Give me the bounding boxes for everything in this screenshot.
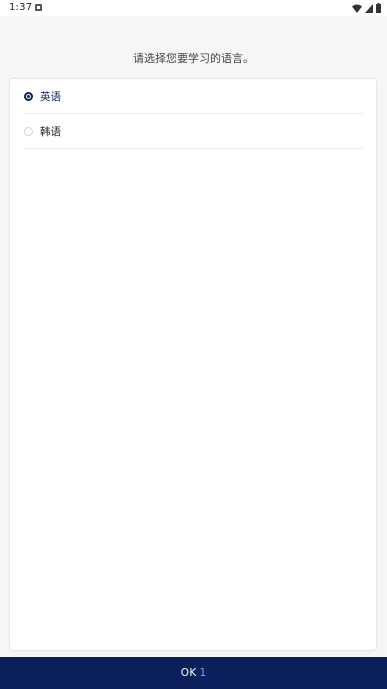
ok-button-label: OK xyxy=(180,667,197,679)
radio-checked-icon[interactable] xyxy=(24,91,33,101)
battery-icon xyxy=(376,3,381,13)
notification-icon xyxy=(35,4,42,11)
language-prompt: 请选择您要学习的语言。 xyxy=(133,52,254,65)
radio-unchecked-icon[interactable] xyxy=(24,126,33,136)
status-bar: 1:37 xyxy=(0,0,387,16)
language-option-label: 韩语 xyxy=(40,125,61,138)
language-option-label: 英语 xyxy=(40,90,61,103)
ok-button[interactable]: OK 1 xyxy=(0,657,387,689)
language-option-english[interactable]: 英语 xyxy=(24,79,363,114)
status-icons xyxy=(352,3,381,13)
wifi-icon xyxy=(352,4,362,13)
status-time: 1:37 xyxy=(9,2,33,13)
selected-count: 1 xyxy=(199,667,207,679)
signal-icon xyxy=(365,3,373,13)
language-list-card: 英语 韩语 xyxy=(10,79,376,650)
language-option-korean[interactable]: 韩语 xyxy=(24,114,363,149)
